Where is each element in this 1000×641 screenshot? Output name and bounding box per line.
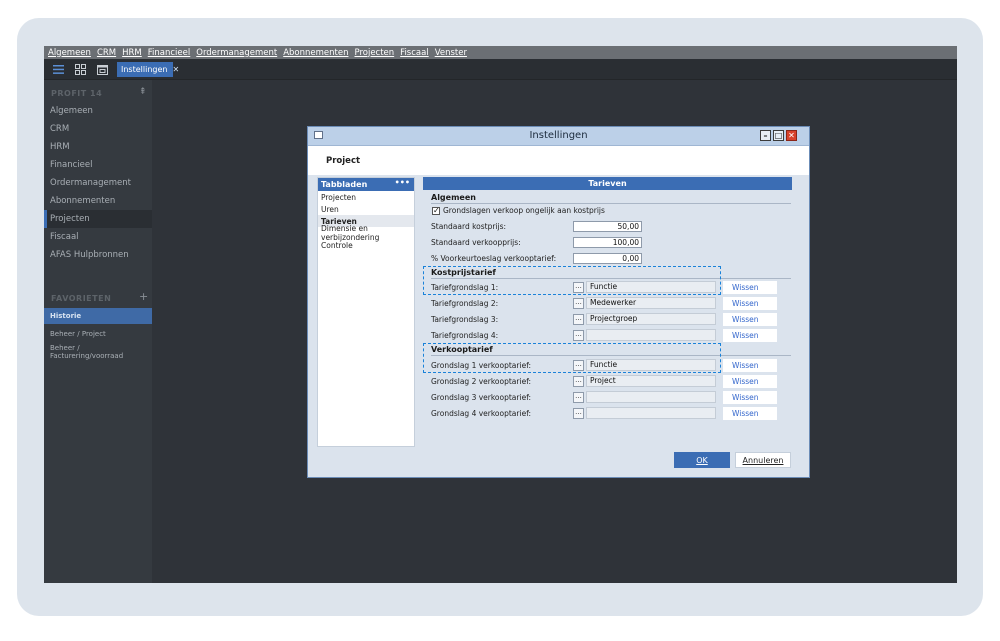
standaard-verkoopprijs-field[interactable]: 100,00 — [573, 237, 642, 248]
highlight-verkooptarief — [423, 343, 721, 373]
lookup-button-grondslag-3[interactable]: ... — [573, 392, 584, 403]
sidebar-item-ordermanagement[interactable]: Ordermanagement — [44, 174, 152, 192]
divider — [431, 203, 791, 204]
sidebar-item-projecten[interactable]: Projecten — [44, 210, 152, 228]
menu-venster[interactable]: Venster — [435, 48, 467, 58]
lookup-button-tariefgrondslag-3[interactable]: ... — [573, 314, 584, 325]
checkbox-label: Grondslagen verkoop ongelijk aan kostpri… — [443, 206, 605, 215]
section-algemeen: Algemeen — [431, 193, 476, 202]
toolbar: Instellingen ✕ — [44, 59, 957, 80]
voorkeurtoeslag-field[interactable]: 0,00 — [573, 253, 642, 264]
ok-button[interactable]: OK — [674, 452, 730, 468]
tab-item-uren[interactable]: Uren — [318, 203, 414, 215]
menubar: Algemeen CRM HRM Financieel Ordermanagem… — [44, 46, 957, 59]
sidebar: PROFIT 14 ⇞ Algemeen CRM HRM Financieel … — [44, 80, 152, 583]
more-icon[interactable]: ••• — [395, 178, 410, 187]
tab-item-dimensie[interactable]: Dimensie en verbijzondering — [318, 224, 414, 242]
pin-icon[interactable]: ⇞ — [139, 87, 147, 97]
label-tariefgrondslag-2: Tariefgrondslag 2: — [431, 299, 499, 308]
label-standaard-verkoopprijs: Standaard verkoopprijs: — [431, 238, 521, 247]
lookup-button-tariefgrondslag-2[interactable]: ... — [573, 298, 584, 309]
label-grondslag-3-verkooptarief: Grondslag 3 verkooptarief: — [431, 393, 532, 402]
tab-item-projecten[interactable]: Projecten — [318, 191, 414, 203]
menu-abonnementen[interactable]: Abonnementen — [283, 48, 348, 58]
tarieven-content: Algemeen ✓ Grondslagen verkoop ongelijk … — [423, 191, 792, 447]
add-favorite-icon[interactable]: + — [139, 290, 148, 303]
tarieven-panel: Tarieven Algemeen ✓ Grondslagen verkoop … — [423, 177, 792, 447]
sidebar-item-abonnementen[interactable]: Abonnementen — [44, 192, 152, 210]
grondslagen-checkbox[interactable]: ✓ — [432, 207, 440, 215]
lookup-button-grondslag-4[interactable]: ... — [573, 408, 584, 419]
label-standaard-kostprijs: Standaard kostprijs: — [431, 222, 507, 231]
label-tariefgrondslag-3: Tariefgrondslag 3: — [431, 315, 499, 324]
tariefgrondslag-4-field[interactable] — [586, 329, 716, 341]
favorite-beheer-facturering[interactable]: Beheer / Facturering/voorraad — [44, 344, 152, 360]
standaard-kostprijs-field[interactable]: 50,00 — [573, 221, 642, 232]
favorite-beheer-project[interactable]: Beheer / Project — [44, 326, 152, 342]
wissen-link-grondslag-3[interactable]: Wissen — [723, 391, 777, 404]
calendar-icon[interactable] — [96, 63, 108, 75]
dialog-body: Tabbladen ••• Projecten Uren Tarieven Di… — [308, 175, 809, 477]
ok-label: OK — [696, 455, 708, 465]
label-grondslag-4-verkooptarief: Grondslag 4 verkooptarief: — [431, 409, 532, 418]
maximize-icon[interactable]: □ — [773, 130, 784, 141]
wissen-link-grondslag-2[interactable]: Wissen — [723, 375, 777, 388]
menu-crm[interactable]: CRM — [97, 48, 116, 58]
favorites-heading: FAVORIETEN — [51, 294, 112, 303]
menu-algemeen[interactable]: Algemeen — [48, 48, 91, 58]
dialog-header: Project — [308, 146, 809, 176]
cancel-button[interactable]: Annuleren — [735, 452, 791, 468]
sidebar-item-fiscaal[interactable]: Fiscaal — [44, 228, 152, 246]
grid-icon[interactable] — [74, 63, 86, 75]
menu-financieel[interactable]: Financieel — [148, 48, 190, 58]
grondslag-4-verkooptarief-field[interactable] — [586, 407, 716, 419]
label-grondslag-2-verkooptarief: Grondslag 2 verkooptarief: — [431, 377, 532, 386]
sidebar-item-crm[interactable]: CRM — [44, 120, 152, 138]
highlight-kostprijstarief — [423, 266, 721, 295]
tab-instellingen-label: Instellingen — [121, 65, 168, 74]
wissen-link-tariefgrondslag-3[interactable]: Wissen — [723, 313, 777, 326]
label-tariefgrondslag-4: Tariefgrondslag 4: — [431, 331, 499, 340]
close-window-icon[interactable]: ✕ — [786, 130, 797, 141]
hamburger-icon[interactable] — [52, 63, 64, 75]
favorite-historie[interactable]: Historie — [44, 308, 152, 324]
instellingen-dialog: Instellingen – □ ✕ Project Tabbladen •••… — [307, 126, 810, 478]
tariefgrondslag-3-field[interactable]: Projectgroep — [586, 313, 716, 325]
wissen-link-grondslag-1[interactable]: Wissen — [723, 359, 777, 372]
menu-fiscaal[interactable]: Fiscaal — [400, 48, 429, 58]
dialog-title: Instellingen — [529, 130, 588, 141]
sidebar-item-hrm[interactable]: HRM — [44, 138, 152, 156]
lookup-button-grondslag-2[interactable]: ... — [573, 376, 584, 387]
close-icon[interactable]: ✕ — [172, 65, 179, 74]
tabbladen-title: Tabbladen — [321, 180, 368, 189]
label-voorkeurtoeslag: % Voorkeurtoeslag verkooptarief: — [431, 254, 557, 263]
sidebar-heading: PROFIT 14 — [51, 89, 103, 98]
wissen-link-tariefgrondslag-2[interactable]: Wissen — [723, 297, 777, 310]
minimize-icon[interactable]: – — [760, 130, 771, 141]
menu-hrm[interactable]: HRM — [122, 48, 142, 58]
tarieven-header: Tarieven — [423, 177, 792, 190]
wissen-link-tariefgrondslag-4[interactable]: Wissen — [723, 329, 777, 342]
tabbladen-panel: Tabbladen ••• Projecten Uren Tarieven Di… — [317, 177, 415, 447]
afas-profit-window: Algemeen CRM HRM Financieel Ordermanagem… — [44, 46, 957, 583]
grondslag-3-verkooptarief-field[interactable] — [586, 391, 716, 403]
sidebar-item-algemeen[interactable]: Algemeen — [44, 102, 152, 120]
grondslag-2-verkooptarief-field[interactable]: Project — [586, 375, 716, 387]
lookup-button-tariefgrondslag-4[interactable]: ... — [573, 330, 584, 341]
cancel-label: Annuleren — [742, 455, 784, 465]
menu-projecten[interactable]: Projecten — [354, 48, 394, 58]
tab-instellingen[interactable]: Instellingen ✕ — [117, 62, 179, 77]
dialog-subject: Project — [326, 156, 361, 166]
wissen-link-grondslag-4[interactable]: Wissen — [723, 407, 777, 420]
tabbladen-header: Tabbladen ••• — [318, 178, 414, 191]
sidebar-item-financieel[interactable]: Financieel — [44, 156, 152, 174]
sidebar-item-afas-hulpbronnen[interactable]: AFAS Hulpbronnen — [44, 246, 152, 264]
dialog-titlebar[interactable]: Instellingen – □ ✕ — [308, 127, 809, 146]
wissen-link-tariefgrondslag-1[interactable]: Wissen — [723, 281, 777, 294]
menu-ordermanagement[interactable]: Ordermanagement — [196, 48, 277, 58]
tariefgrondslag-2-field[interactable]: Medewerker — [586, 297, 716, 309]
